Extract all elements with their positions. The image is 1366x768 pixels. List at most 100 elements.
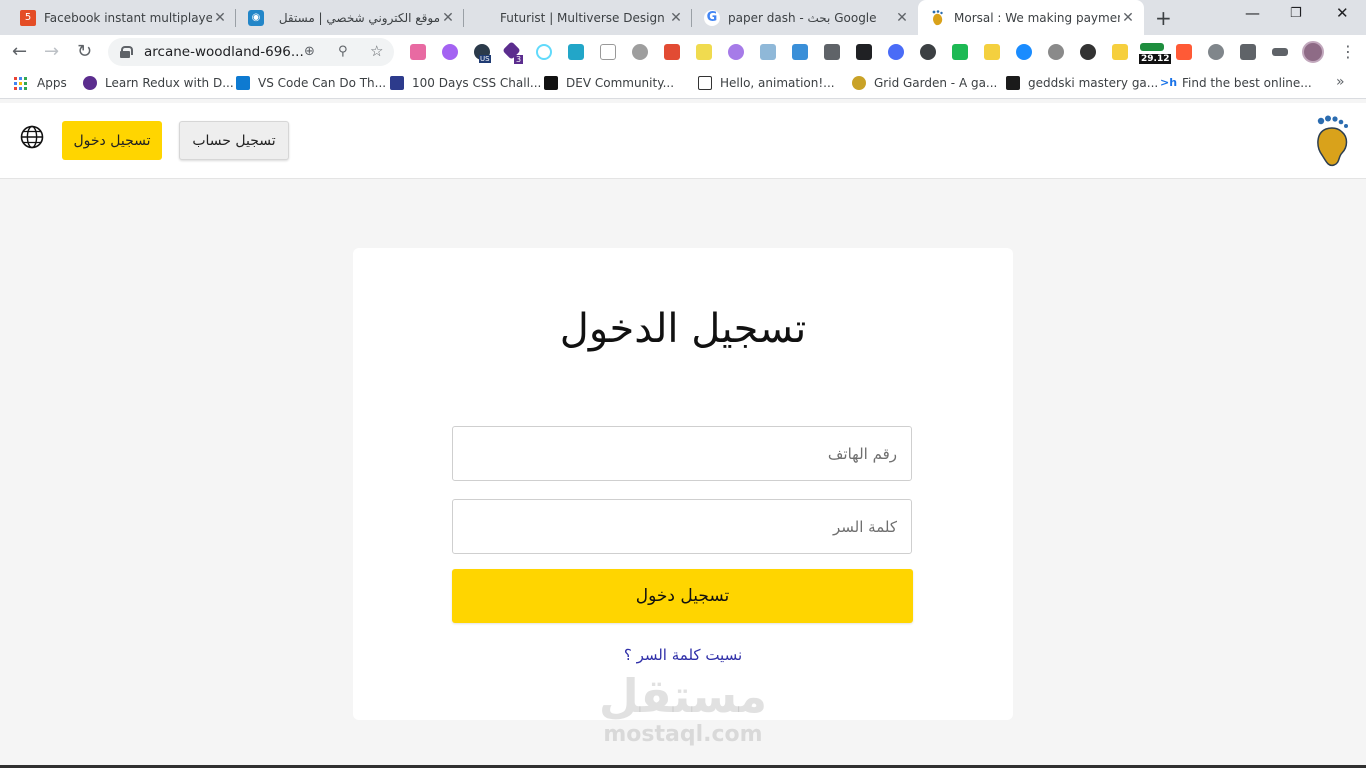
- camera-icon[interactable]: [760, 44, 776, 60]
- extension-badge: 29.12: [1139, 54, 1172, 64]
- window-close-icon[interactable]: ✕: [1336, 4, 1349, 22]
- globe-language-icon[interactable]: [20, 125, 44, 149]
- browser-tab-active[interactable]: Morsal : We making payment e ✕: [918, 0, 1144, 35]
- google-icon: G: [704, 9, 720, 26]
- zoom-icon[interactable]: ⚲: [338, 44, 348, 59]
- address-bar[interactable]: arcane-woodland-696... ⊕ ⚲ ☆: [108, 38, 394, 66]
- profile-avatar[interactable]: [1302, 41, 1324, 63]
- minimize-icon[interactable]: —: [1245, 4, 1260, 22]
- install-app-icon[interactable]: ⊕: [304, 44, 315, 59]
- bookmark-item[interactable]: 100 Days CSS Chall...: [390, 76, 541, 90]
- tab-title: Futurist | Multiverse Design: [500, 10, 665, 25]
- tab-title: Facebook instant multiplayer g: [44, 10, 212, 25]
- extension-counter-icon[interactable]: [1140, 43, 1164, 51]
- bookmark-label: Hello, animation!...: [720, 76, 835, 90]
- tab-title: Morsal : We making payment e: [954, 10, 1120, 25]
- forward-arrow-icon[interactable]: →: [44, 41, 59, 62]
- blank-page-icon: [476, 10, 492, 26]
- vscode-icon: [236, 76, 250, 90]
- bookmark-label: geddski mastery ga...: [1028, 76, 1159, 90]
- puzzle-extensions-icon[interactable]: [1240, 44, 1256, 60]
- bookmark-item[interactable]: Grid Garden - A ga...: [852, 76, 997, 90]
- bookmark-label: Grid Garden - A ga...: [874, 76, 998, 90]
- extension-icon[interactable]: [888, 44, 904, 60]
- extension-icon[interactable]: [410, 44, 426, 60]
- close-tab-icon[interactable]: ✕: [894, 10, 910, 26]
- shield-icon: [698, 76, 712, 90]
- bookmark-item[interactable]: DEV Community...: [544, 76, 674, 90]
- extension-badge: US: [479, 55, 491, 63]
- geddski-icon: [1006, 76, 1020, 90]
- bookmark-item[interactable]: VS Code Can Do Th...: [236, 76, 386, 90]
- wikipedia-icon[interactable]: [600, 44, 616, 60]
- bookmark-apps[interactable]: Apps: [14, 76, 67, 90]
- bookmark-item[interactable]: geddski mastery ga...: [1006, 76, 1158, 90]
- browser-tab[interactable]: 5 Facebook instant multiplayer g ✕: [8, 0, 236, 35]
- key-icon[interactable]: [1272, 48, 1288, 56]
- extension-icon[interactable]: [1080, 44, 1096, 60]
- password-input[interactable]: [452, 499, 912, 554]
- redux-icon: [83, 76, 97, 90]
- more-bookmarks-icon[interactable]: »: [1336, 74, 1345, 90]
- bookmark-label: Find the best online...: [1182, 76, 1312, 90]
- extension-icon[interactable]: [568, 44, 584, 60]
- hashnode-icon: >h: [1160, 76, 1178, 90]
- browser-tab[interactable]: G paper dash - بحث Google ✕: [692, 0, 918, 35]
- forgot-password-link[interactable]: نسيت كلمة السر ؟: [353, 646, 1013, 664]
- extension-icon[interactable]: [442, 44, 458, 60]
- close-tab-icon[interactable]: ✕: [440, 10, 456, 26]
- extension-icon[interactable]: [920, 44, 936, 60]
- bookmark-label: VS Code Can Do Th...: [258, 76, 387, 90]
- extension-icon[interactable]: [1016, 44, 1032, 60]
- extension-icon[interactable]: [728, 44, 744, 60]
- javascript-icon[interactable]: [696, 44, 712, 60]
- back-arrow-icon[interactable]: ←: [12, 41, 27, 62]
- react-devtools-icon[interactable]: [536, 44, 552, 60]
- header-login-button[interactable]: تسجيل دخول: [62, 121, 162, 160]
- reload-icon[interactable]: ↻: [77, 41, 92, 62]
- grid-garden-icon: [852, 76, 866, 90]
- login-title: تسجيل الدخول: [559, 306, 807, 352]
- header-register-button[interactable]: تسجيل حساب: [179, 121, 289, 160]
- facebook-icon[interactable]: [1208, 44, 1224, 60]
- extension-icon[interactable]: [792, 44, 808, 60]
- phone-input[interactable]: [452, 426, 912, 481]
- login-card: تسجيل الدخول تسجيل دخول نسيت كلمة السر ؟: [353, 248, 1013, 720]
- menu-kebab-icon[interactable]: ⋮: [1340, 42, 1356, 61]
- bookmark-label: Apps: [37, 76, 67, 90]
- bookmark-star-icon[interactable]: ☆: [370, 42, 383, 60]
- extension-icon[interactable]: [856, 44, 872, 60]
- css-challenge-icon: [390, 76, 404, 90]
- bookmark-label: 100 Days CSS Chall...: [412, 76, 542, 90]
- browser-toolbar: ← → ↻ arcane-woodland-696... ⊕ ⚲ ☆ US 3 …: [0, 35, 1366, 69]
- extension-icon[interactable]: [952, 44, 968, 60]
- login-submit-button[interactable]: تسجيل دخول: [452, 569, 913, 623]
- bookmark-item[interactable]: Learn Redux with D...: [83, 76, 234, 90]
- browser-tab-strip: 5 Facebook instant multiplayer g ✕ ◉ موق…: [0, 0, 1366, 35]
- extension-icon[interactable]: [1112, 44, 1128, 60]
- bookmark-item[interactable]: Hello, animation!...: [698, 76, 835, 90]
- html5-icon: 5: [20, 9, 36, 26]
- restore-icon[interactable]: ❐: [1290, 6, 1302, 21]
- address-text: arcane-woodland-696...: [144, 44, 304, 60]
- close-tab-icon[interactable]: ✕: [668, 10, 684, 26]
- morsal-icon: [930, 9, 946, 26]
- close-tab-icon[interactable]: ✕: [1120, 10, 1136, 26]
- new-tab-icon[interactable]: +: [1155, 6, 1172, 30]
- bookmark-label: Learn Redux with D...: [105, 76, 234, 90]
- dev-icon: [544, 76, 558, 90]
- tab-title: موقع الكتروني شخصي | مستقل: [278, 10, 440, 25]
- extension-icon[interactable]: [984, 44, 1000, 60]
- morsal-logo[interactable]: [1312, 115, 1352, 167]
- extension-icon[interactable]: [664, 44, 680, 60]
- gear-extension-icon[interactable]: [1048, 44, 1064, 60]
- close-tab-icon[interactable]: ✕: [212, 10, 228, 26]
- mostaql-icon: ◉: [248, 9, 264, 26]
- extension-icon[interactable]: [1176, 44, 1192, 60]
- tab-title: paper dash - بحث Google: [728, 10, 877, 25]
- browser-tab[interactable]: ◉ موقع الكتروني شخصي | مستقل ✕: [236, 0, 464, 35]
- bookmark-item[interactable]: >h Find the best online...: [1160, 76, 1312, 90]
- extension-icon[interactable]: [632, 44, 648, 60]
- extension-icon[interactable]: [824, 44, 840, 60]
- browser-tab[interactable]: Futurist | Multiverse Design ✕: [464, 0, 692, 35]
